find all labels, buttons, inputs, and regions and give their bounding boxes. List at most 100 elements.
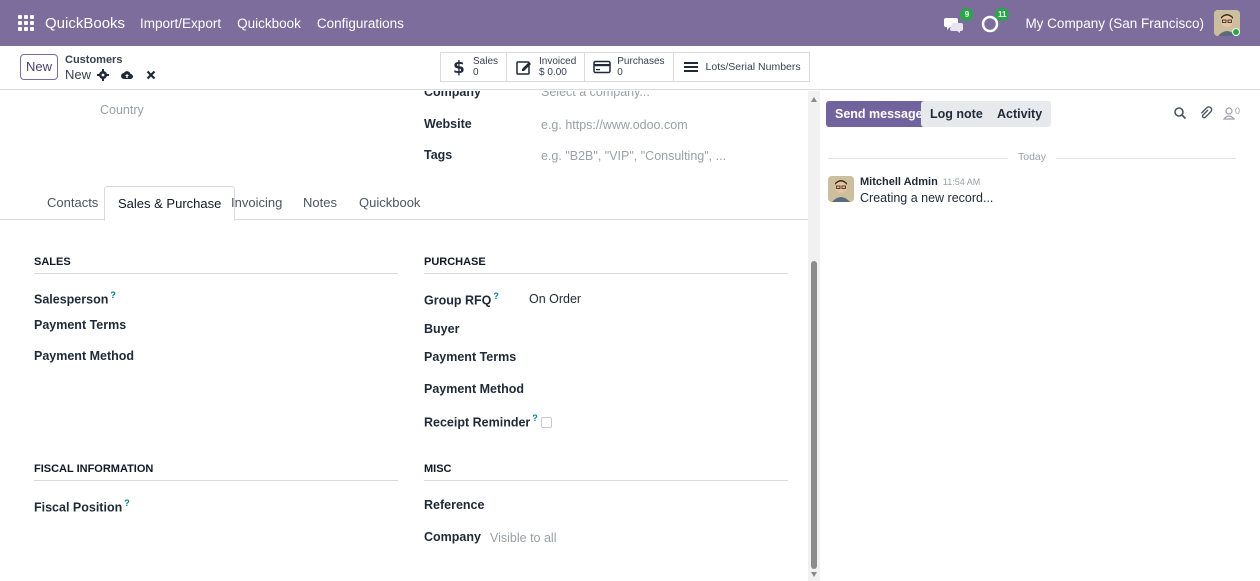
misc-company-input[interactable]: Visible to all [490,531,556,545]
receipt-reminder-field: Receipt Reminder? [424,413,552,429]
breadcrumb-current-label: New [65,67,92,82]
fiscal-section-title: FISCAL INFORMATION [34,463,398,481]
fiscal-position-label: Fiscal Position [34,500,123,515]
message-author-avatar[interactable] [828,176,854,202]
menu-import-export[interactable]: Import/Export [140,16,221,31]
invoiced-label: Invoiced [539,56,577,67]
activities-systray[interactable]: 11 [979,8,1010,34]
list-bars-icon [683,62,698,72]
invoiced-value: $ 0.00 [539,67,567,78]
purchase-payment-method-label[interactable]: Payment Method [424,382,524,396]
purchases-value: 0 [617,67,623,78]
buyer-label[interactable]: Buyer [424,322,459,336]
website-input[interactable]: e.g. https://www.odoo.com [541,118,688,132]
messages-systray[interactable]: 9 [943,8,974,34]
lots-serial-smart-button[interactable]: Lots/Serial Numbers [674,53,809,81]
company-label: Company [424,91,481,99]
website-label: Website [424,117,472,131]
breadcrumb-customers[interactable]: Customers [65,54,122,66]
log-note-button[interactable]: Log note [921,101,992,127]
menu-quickbook[interactable]: Quickbook [237,16,301,31]
search-icon[interactable] [1173,106,1187,120]
online-status-dot [1232,28,1240,36]
apps-menu-icon[interactable] [18,15,34,31]
purchases-smart-button[interactable]: Purchases 0 [585,53,674,81]
followers-count: 0 [1234,106,1240,116]
tab-invoicing[interactable]: Invoicing [218,186,295,220]
tab-sales-purchase[interactable]: Sales & Purchase [104,186,236,221]
tags-label: Tags [424,148,453,162]
svg-text:$: $ [453,58,465,76]
help-tooltip-icon[interactable]: ? [124,498,130,508]
messages-badge: 9 [960,8,974,21]
message-author-name[interactable]: Mitchell Admin [860,176,938,188]
today-separator: Today [828,151,1236,165]
top-navbar: QuickBooks Import/Export Quickbook Confi… [0,0,1260,46]
group-rfq-field: Group RFQ? [424,291,499,307]
tab-quickbook[interactable]: Quickbook [346,186,433,220]
gear-icon[interactable] [97,68,110,81]
sales-payment-method-label[interactable]: Payment Method [34,349,134,363]
purchase-payment-terms-label[interactable]: Payment Terms [424,350,516,364]
cloud-upload-icon[interactable] [121,69,134,81]
tab-notes[interactable]: Notes [290,186,350,220]
pencil-square-icon [516,61,532,75]
salesperson-label: Salesperson [34,292,109,307]
help-tooltip-icon[interactable]: ? [493,291,499,301]
user-avatar[interactable] [1214,10,1240,36]
scroll-thumb[interactable] [811,261,817,569]
chatter-panel: Send message Log note Activity 0 Today M… [820,91,1260,581]
form-scrollbar[interactable] [808,91,820,581]
misc-section-title: MISC [424,463,788,481]
help-tooltip-icon[interactable]: ? [532,413,538,423]
credit-card-icon [593,60,612,74]
app-brand[interactable]: QuickBooks [45,15,125,32]
sales-label: Sales [473,56,499,67]
reference-label[interactable]: Reference [424,498,484,512]
sales-payment-terms-label[interactable]: Payment Terms [34,318,126,332]
sales-value: 0 [473,67,479,78]
company-switcher[interactable]: My Company (San Francisco) [1025,16,1204,31]
salesperson-field[interactable]: Salesperson? [34,290,116,306]
misc-company-label: Company [424,530,481,544]
tags-input[interactable]: e.g. "B2B", "VIP", "Consulting", ... [541,149,726,163]
today-label: Today [1017,151,1047,163]
sales-smart-button[interactable]: $ Sales 0 [441,53,508,81]
menu-configurations[interactable]: Configurations [317,16,404,31]
user-icon [1222,107,1235,120]
receipt-reminder-checkbox[interactable] [540,417,552,429]
scroll-down-arrow-icon[interactable] [811,572,817,577]
message-author: Mitchell Admin 11:54 AM [860,176,980,188]
form-sheet: Country Company Select a company... Webs… [0,91,808,581]
invoiced-smart-button[interactable]: Invoiced $ 0.00 [507,53,586,81]
receipt-reminder-label: Receipt Reminder [424,415,531,430]
smart-buttons: $ Sales 0 Invoiced $ 0.00 Purchases 0 Lo… [440,52,810,82]
breadcrumb-current: New [65,67,169,82]
dollar-icon: $ [453,58,465,76]
send-message-button[interactable]: Send message [826,101,932,127]
chatter-tools: 0 [1161,106,1240,120]
notebook-tabs: Contacts Sales & Purchase Invoicing Note… [0,186,808,221]
lots-serial-label: Lots/Serial Numbers [705,61,801,73]
purchase-section-title: PURCHASE [424,256,788,274]
scroll-up-arrow-icon[interactable] [811,97,817,102]
country-input[interactable]: Country [100,103,144,117]
user-portrait-icon [828,176,854,202]
tab-contacts[interactable]: Contacts [34,186,111,220]
control-panel: New Customers New $ Sales 0 Invoiced $ 0… [0,46,1260,90]
message-body: Creating a new record... [860,191,994,205]
company-input[interactable]: Select a company... [541,91,650,99]
sales-section-title: SALES [34,256,398,274]
new-record-button[interactable]: New [20,54,58,80]
help-tooltip-icon[interactable]: ? [110,290,116,300]
group-rfq-select[interactable]: On Order [529,292,581,306]
activities-badge: 11 [994,8,1010,21]
followers-button[interactable]: 0 [1222,106,1240,120]
paperclip-icon[interactable] [1199,106,1213,120]
discard-x-icon[interactable] [145,69,157,81]
message-time: 11:54 AM [942,177,981,187]
fiscal-position-field[interactable]: Fiscal Position? [34,498,130,514]
group-rfq-label: Group RFQ [424,293,492,308]
purchases-label: Purchases [617,56,665,67]
activity-button[interactable]: Activity [988,101,1052,127]
